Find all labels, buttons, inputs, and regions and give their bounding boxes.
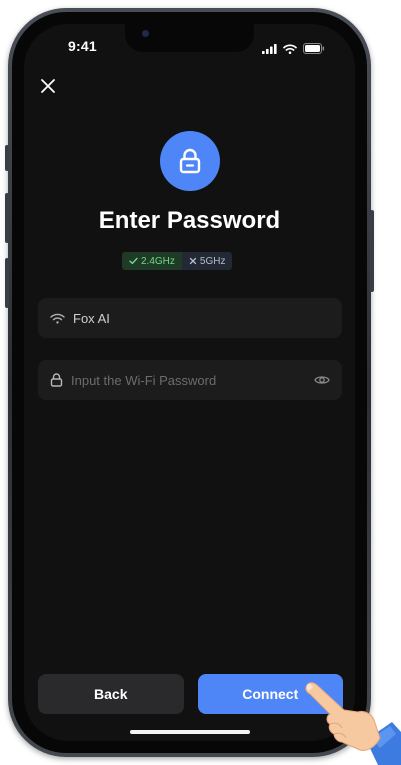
band-2g4-badge: 2.4GHz: [122, 252, 182, 270]
home-indicator: [130, 730, 250, 734]
cellular-signal-icon: [262, 41, 277, 59]
battery-icon: [303, 41, 325, 59]
close-button[interactable]: [34, 72, 62, 100]
status-icons: [262, 41, 325, 59]
front-camera: [142, 30, 149, 37]
notch: [125, 24, 254, 52]
stage: 9:41 Enter Password 2.4GHz 5GHz Fox AI I…: [0, 0, 401, 765]
show-password-toggle[interactable]: [314, 374, 330, 386]
phone-screen: 9:41 Enter Password 2.4GHz 5GHz Fox AI I…: [24, 24, 355, 741]
lock-badge: [160, 131, 220, 191]
pointing-hand-icon: [305, 682, 401, 765]
password-field[interactable]: Input the Wi-Fi Password: [38, 360, 342, 400]
lock-icon: [179, 148, 201, 174]
phone-mute-switch: [5, 145, 9, 171]
phone-volume-down: [5, 258, 9, 308]
check-icon: [129, 257, 138, 265]
phone-volume-up: [5, 193, 9, 243]
lock-icon: [50, 373, 63, 387]
band-2g4-label: 2.4GHz: [141, 255, 175, 267]
password-placeholder: Input the Wi-Fi Password: [71, 372, 217, 388]
ssid-field[interactable]: Fox AI: [38, 298, 342, 338]
phone-power-button: [370, 210, 374, 292]
x-icon: [189, 257, 197, 265]
close-icon: [41, 79, 55, 93]
status-time: 9:41: [68, 38, 97, 54]
band-indicator: 2.4GHz 5GHz: [122, 252, 233, 270]
band-5g-badge: 5GHz: [181, 252, 233, 270]
ssid-value: Fox AI: [73, 310, 110, 326]
band-5g-label: 5GHz: [199, 255, 226, 267]
wifi-status-icon: [283, 41, 297, 59]
eye-icon: [314, 376, 330, 384]
back-button[interactable]: Back: [38, 674, 184, 714]
action-bar: Back Connect: [38, 674, 343, 714]
wifi-icon: [50, 313, 65, 324]
page-title: Enter Password: [98, 207, 281, 234]
